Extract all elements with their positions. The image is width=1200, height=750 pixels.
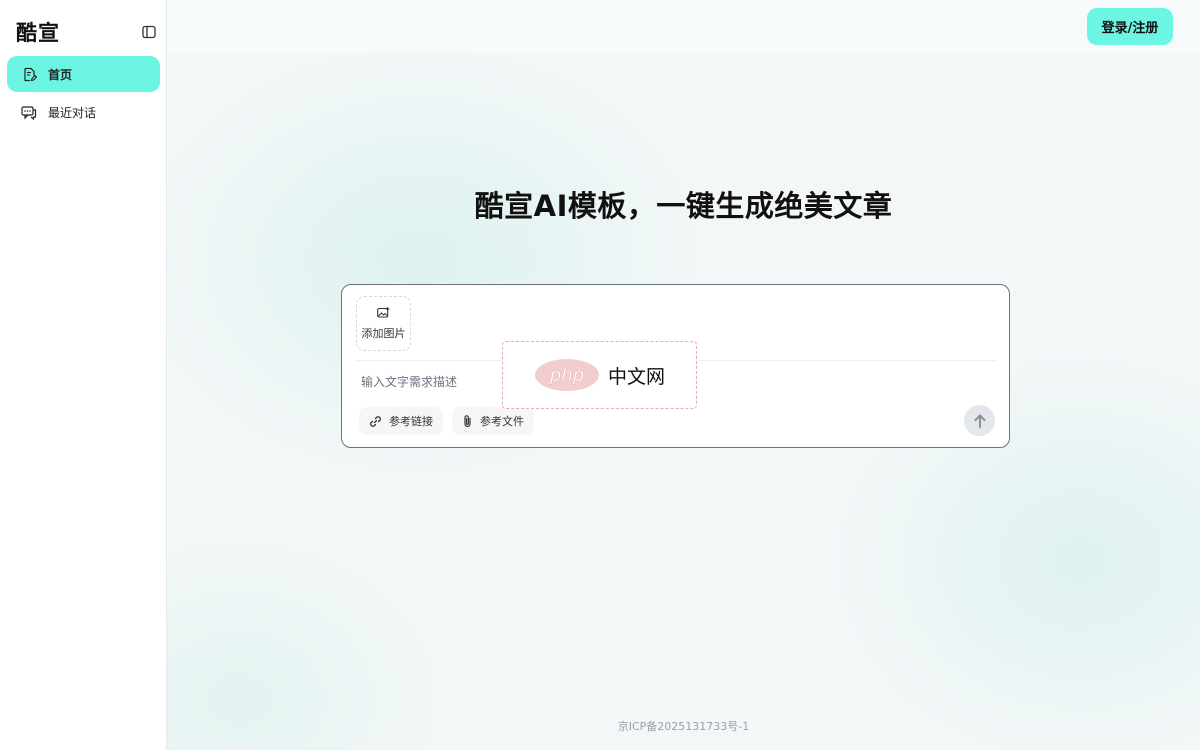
php-watermark: php 中文网	[502, 341, 697, 409]
chip-label: 参考文件	[480, 415, 524, 428]
login-register-button[interactable]: 登录/注册	[1087, 8, 1173, 45]
sidebar-item-label: 最近对话	[48, 105, 97, 120]
watermark-text: 中文网	[607, 365, 665, 388]
reference-file-button[interactable]: 参考文件	[452, 407, 534, 435]
brand-logo-text: 酷宣	[16, 21, 60, 45]
paperclip-icon	[462, 414, 473, 428]
sidebar-item-home[interactable]: 首页	[7, 56, 160, 92]
icp-footer[interactable]: 京ICP备2025131733号-1	[167, 718, 1200, 734]
add-image-label: 添加图片	[361, 326, 406, 340]
php-logo-icon: php	[534, 359, 599, 391]
page-title: 酷宣AI模板，一键生成绝美文章	[474, 189, 893, 223]
sidebar-item-label: 首页	[48, 67, 73, 82]
send-button[interactable]	[964, 405, 995, 436]
sidebar: 酷宣 首页 最近对话	[0, 0, 167, 750]
brand-row: 酷宣	[16, 16, 158, 48]
edit-document-icon	[21, 66, 37, 82]
chat-bubbles-icon	[21, 104, 37, 120]
sidebar-toggle-icon[interactable]	[140, 23, 158, 41]
topbar: 登录/注册	[167, 0, 1200, 54]
sidebar-item-recent-chats[interactable]: 最近对话	[7, 94, 160, 130]
reference-link-button[interactable]: 参考链接	[359, 407, 443, 435]
image-add-icon	[377, 306, 390, 321]
chip-label: 参考链接	[389, 415, 433, 428]
app-root: 酷宣 首页 最近对话 登录/注册 酷宣AI模板，一键生成绝美文章 添加图片 输入…	[0, 0, 1200, 750]
link-icon	[369, 415, 382, 428]
svg-text:php: php	[549, 365, 584, 386]
add-image-button[interactable]: 添加图片	[356, 296, 411, 351]
arrow-up-icon	[973, 413, 987, 429]
